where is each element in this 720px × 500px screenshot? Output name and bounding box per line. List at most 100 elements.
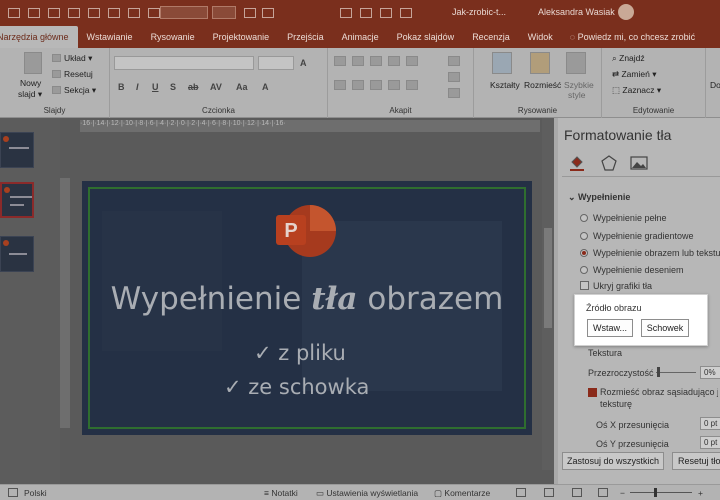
notes-button[interactable]: ≡ Notatki — [264, 488, 298, 498]
arrange-qa-icon[interactable] — [148, 8, 160, 18]
picture-icon[interactable] — [630, 154, 648, 172]
smartart-icon[interactable] — [448, 88, 460, 98]
quick-styles-icon[interactable] — [566, 52, 586, 74]
radio-pattern-fill[interactable] — [580, 266, 588, 274]
tab-review[interactable]: Recenzja — [463, 26, 519, 48]
find-button[interactable]: ⌕ Znajdź — [612, 53, 645, 64]
tile-picture-checkbox[interactable] — [588, 388, 597, 397]
save-icon[interactable] — [28, 8, 40, 18]
qa-highlight-icon[interactable] — [262, 8, 274, 18]
radio-gradient-fill[interactable] — [580, 232, 588, 240]
avatar[interactable] — [618, 4, 634, 20]
shapes-button[interactable]: Kształty — [490, 80, 520, 90]
increase-indent-icon[interactable] — [388, 56, 400, 66]
slide-sorter-icon[interactable] — [544, 488, 554, 497]
change-case-icon[interactable]: Aa — [236, 82, 248, 92]
transparency-slider-knob[interactable] — [657, 367, 660, 377]
qa-shape-icon[interactable] — [360, 8, 372, 18]
new-slide-dropdown[interactable]: slajd ▾ — [18, 89, 42, 100]
line-spacing-icon[interactable] — [406, 56, 418, 66]
zoom-in-icon[interactable]: + — [698, 488, 703, 498]
reset-button[interactable]: Resetuj — [64, 69, 93, 79]
apply-to-all-button[interactable]: Zastosuj do wszystkich — [562, 452, 664, 470]
tab-draw[interactable]: Rysowanie — [142, 26, 204, 48]
tab-design[interactable]: Projektowanie — [204, 26, 279, 48]
arrange-button[interactable]: Rozmieść — [524, 80, 561, 90]
scrollbar-thumb[interactable] — [544, 228, 552, 328]
normal-view-icon[interactable] — [516, 488, 526, 497]
new-slide-icon[interactable] — [24, 52, 42, 74]
redo-icon[interactable] — [68, 8, 80, 18]
columns-icon[interactable] — [406, 80, 418, 90]
tab-animations[interactable]: Animacje — [333, 26, 388, 48]
reset-background-button[interactable]: Resetuj tło — [672, 452, 720, 470]
undo-icon[interactable] — [48, 8, 60, 18]
qa-font-size-field[interactable] — [212, 6, 236, 19]
fill-section-header[interactable]: ⌄ Wypełnienie — [568, 192, 630, 203]
new-slide-button[interactable]: Nowy — [20, 78, 41, 88]
shapes-icon[interactable] — [492, 52, 512, 74]
align-center-icon[interactable] — [352, 80, 364, 90]
decrease-indent-icon[interactable] — [370, 56, 382, 66]
spacing-icon[interactable]: AV — [210, 82, 222, 92]
transparency-input[interactable]: 0% — [700, 366, 720, 379]
language-status[interactable]: Polski — [24, 488, 47, 498]
slide-thumbnails[interactable] — [0, 118, 60, 484]
tab-slideshow[interactable]: Pokaz slajdów — [388, 26, 464, 48]
font-color-icon[interactable]: A — [262, 82, 269, 92]
user-name[interactable]: Aleksandra Wasiak — [538, 7, 615, 17]
justify-icon[interactable] — [388, 80, 400, 90]
slide-thumbnail-2[interactable] — [0, 182, 34, 218]
radio-picture-fill[interactable] — [580, 249, 588, 257]
bullets-icon[interactable] — [334, 56, 346, 66]
bullet-from-clipboard[interactable]: ✓ ze schowka — [224, 375, 369, 399]
tell-me-search[interactable]: ◌ Powiedz mi, co chcesz zrobić — [570, 26, 695, 48]
shadow-icon[interactable]: S — [170, 82, 176, 92]
qa-font-name-field[interactable] — [160, 6, 208, 19]
tab-view[interactable]: Widok — [519, 26, 562, 48]
bold-icon[interactable]: B — [118, 82, 125, 92]
bold-qa-icon[interactable] — [128, 8, 140, 18]
font-name-field[interactable] — [114, 56, 254, 70]
tab-insert[interactable]: Wstawianie — [78, 26, 142, 48]
section-button[interactable]: Sekcja ▾ — [64, 85, 96, 96]
text-direction-icon[interactable] — [108, 8, 120, 18]
insert-picture-button[interactable]: Wstaw... — [587, 319, 633, 337]
fill-bucket-icon[interactable] — [568, 154, 586, 172]
layout-button[interactable]: Układ ▾ — [64, 53, 92, 64]
qa-color-palette-icon[interactable] — [340, 8, 352, 18]
strikethrough-icon[interactable]: ab — [188, 82, 199, 92]
comments-button[interactable]: ▢ Komentarze — [434, 488, 490, 499]
select-button[interactable]: ⬚ Zaznacz ▾ — [612, 85, 661, 96]
zoom-slider[interactable] — [630, 492, 692, 493]
slide-title[interactable]: Wypełnienie tła obrazem — [82, 281, 532, 317]
slide-thumbnail-1[interactable] — [0, 132, 34, 168]
slide-thumbnail-3[interactable] — [0, 236, 34, 272]
slide-canvas[interactable]: P Wypełnienie tła obrazem ✓ z pliku ✓ ze… — [82, 181, 532, 435]
reading-view-icon[interactable] — [572, 488, 582, 497]
qa-customize-icon[interactable] — [400, 8, 412, 18]
hide-background-graphics-checkbox[interactable] — [580, 281, 589, 290]
effects-pentagon-icon[interactable] — [600, 154, 618, 172]
ribbon-overflow-label[interactable]: Do — [710, 80, 720, 90]
zoom-slider-knob[interactable] — [654, 488, 657, 497]
align-text-icon[interactable] — [448, 72, 460, 82]
pane-scrollbar[interactable] — [554, 118, 558, 484]
start-presentation-icon[interactable] — [88, 8, 100, 18]
autosave-icon[interactable] — [8, 8, 20, 18]
slideshow-icon[interactable] — [598, 488, 608, 497]
bullet-from-file[interactable]: ✓ z pliku — [254, 341, 346, 365]
transparency-slider[interactable] — [656, 372, 696, 373]
align-left-icon[interactable] — [334, 80, 346, 90]
qa-color-icon[interactable] — [244, 8, 256, 18]
numbering-icon[interactable] — [352, 56, 364, 66]
zoom-out-icon[interactable]: − — [620, 488, 625, 498]
quick-styles-button[interactable]: Szybkie — [564, 80, 594, 90]
tab-transitions[interactable]: Przejścia — [278, 26, 333, 48]
radio-solid-fill[interactable] — [580, 214, 588, 222]
text-direction-icon[interactable] — [448, 56, 460, 66]
replace-button[interactable]: ⇄ Zamień ▾ — [612, 69, 656, 80]
grow-font-icon[interactable]: A — [300, 58, 307, 68]
display-settings-button[interactable]: ▭ Ustawienia wyświetlania — [316, 488, 418, 499]
font-size-field[interactable] — [258, 56, 294, 70]
